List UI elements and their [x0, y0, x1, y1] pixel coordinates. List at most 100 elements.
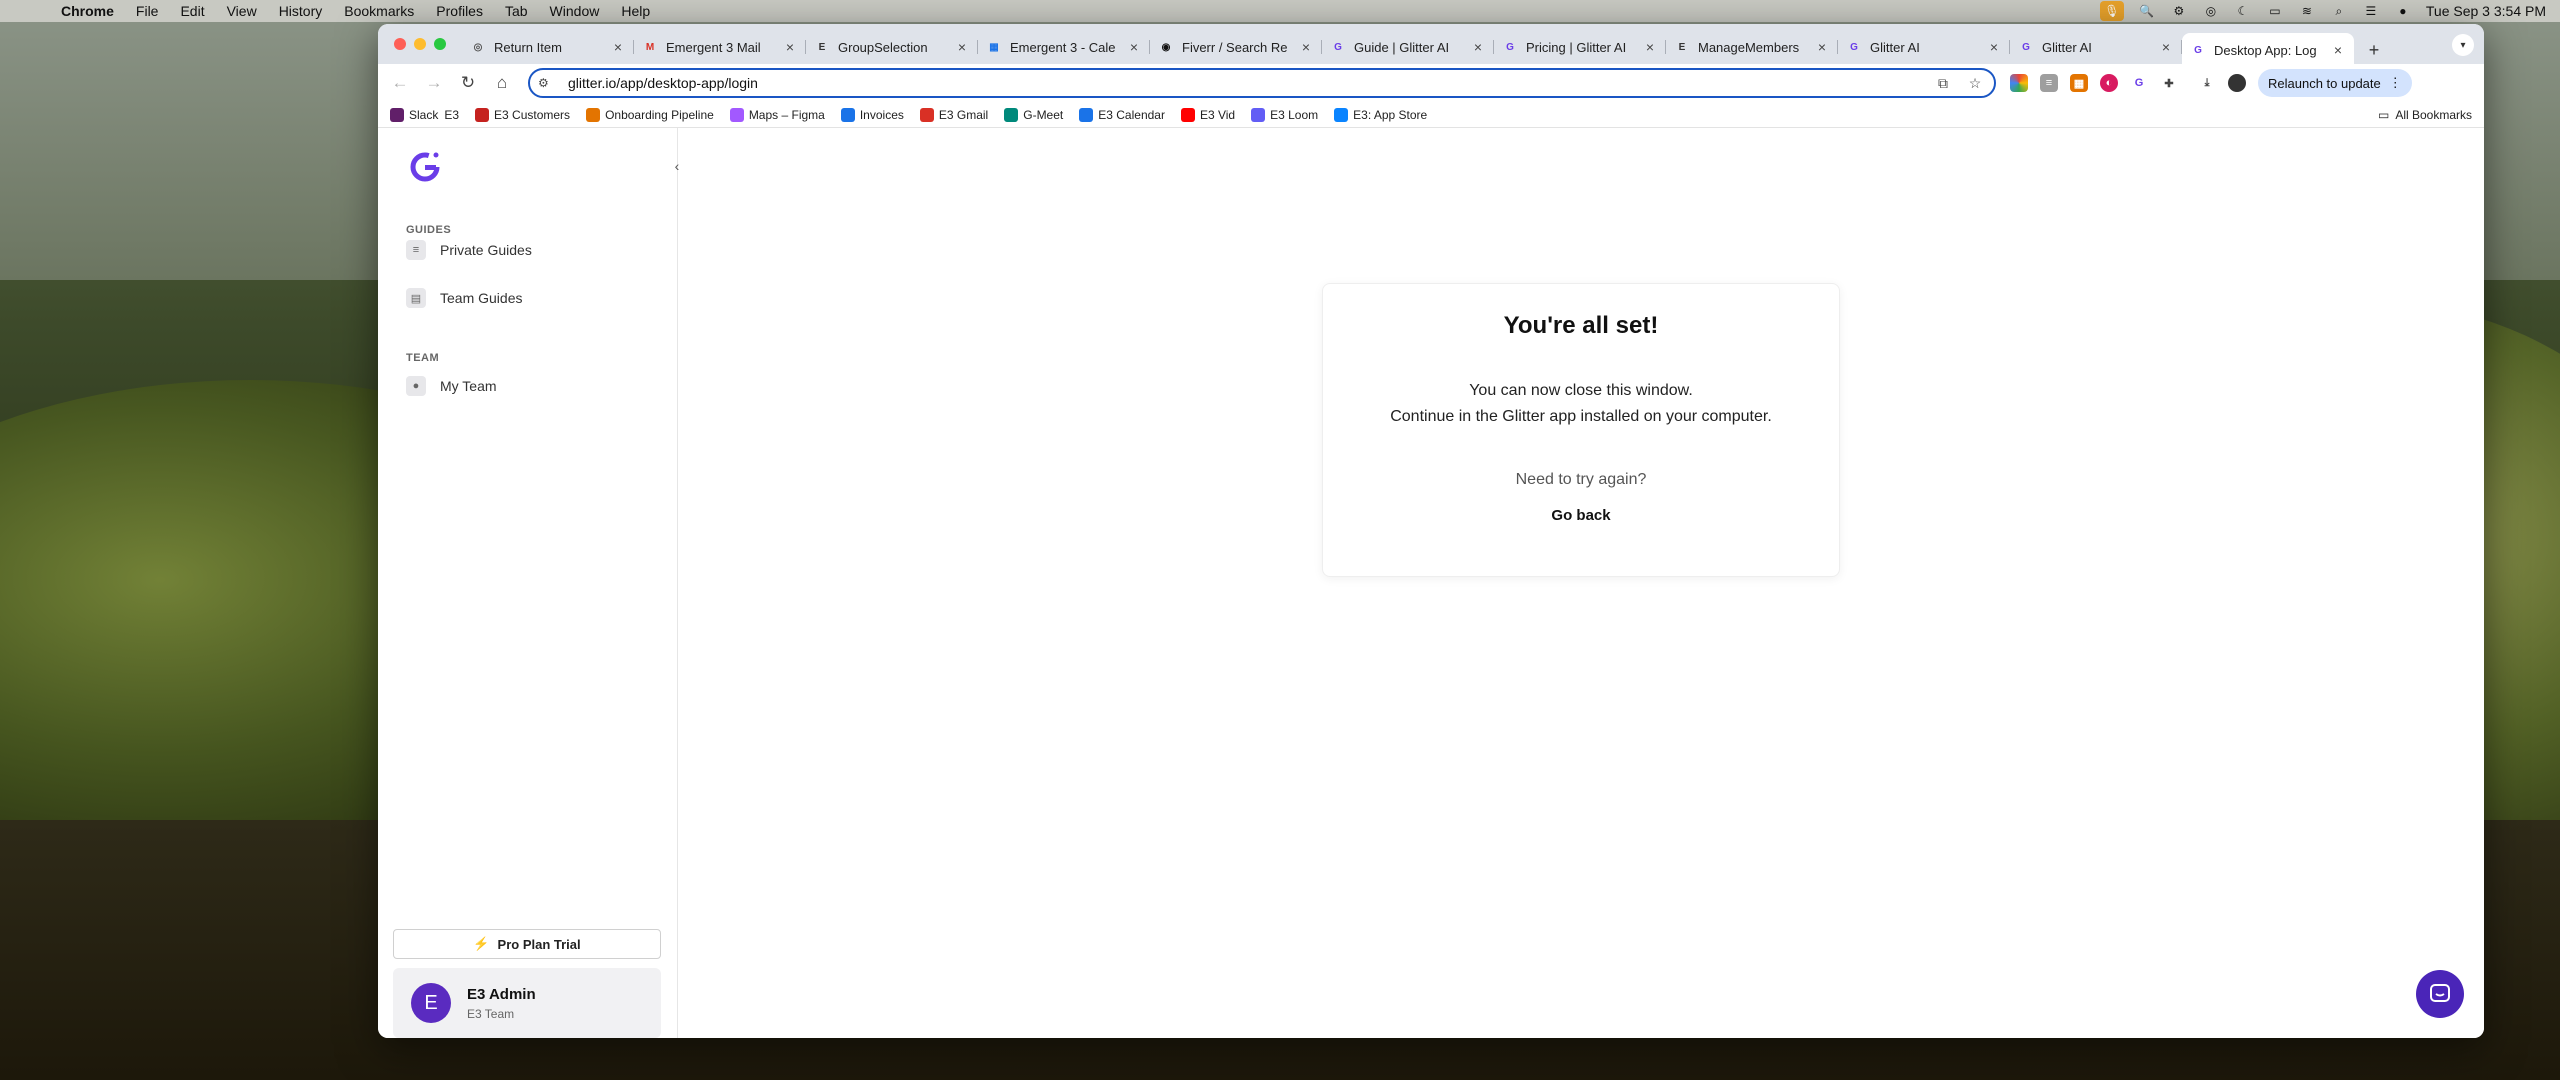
moon-icon[interactable]: ☾	[2234, 4, 2252, 18]
browser-tab[interactable]: G Guide | Glitter AI ×	[1322, 32, 1494, 62]
menu-profiles[interactable]: Profiles	[425, 3, 494, 19]
tab-title: Desktop App: Log	[2214, 42, 2317, 58]
siri-icon[interactable]: ●	[2394, 4, 2412, 18]
close-tab-icon[interactable]: ×	[782, 39, 798, 55]
spotlight-icon[interactable]: ⌕	[2330, 4, 2348, 18]
menu-chrome[interactable]: Chrome	[50, 3, 125, 19]
menu-window[interactable]: Window	[539, 3, 611, 19]
forward-button[interactable]: →	[420, 69, 448, 97]
menu-bookmarks[interactable]: Bookmarks	[333, 3, 425, 19]
pro-plan-label: Pro Plan Trial	[497, 936, 581, 952]
sidebar-item-my-team[interactable]: ● My Team	[406, 376, 497, 396]
url-text[interactable]: glitter.io/app/desktop-app/login	[568, 75, 1922, 91]
bookmark-label: E3: App Store	[1353, 107, 1428, 122]
browser-tab[interactable]: ◉ Fiverr / Search Re ×	[1150, 32, 1322, 62]
wifi-icon[interactable]: ≋	[2298, 4, 2316, 18]
download-icon[interactable]: ⤓	[2198, 74, 2216, 92]
profile-avatar[interactable]	[2228, 74, 2246, 92]
menubar-clock[interactable]: Tue Sep 3 3:54 PM	[2426, 3, 2546, 19]
bookmark-item[interactable]: E3 Vid	[1180, 107, 1235, 122]
install-app-icon[interactable]: ⧉	[1932, 75, 1954, 92]
menu-view[interactable]: View	[216, 3, 268, 19]
bookmark-item[interactable]: G-Meet	[1004, 107, 1063, 122]
browser-tab[interactable]: M Emergent 3 Mail ×	[634, 32, 806, 62]
browser-tab[interactable]: G Glitter AI ×	[2010, 32, 2182, 62]
menu-history[interactable]: History	[268, 3, 334, 19]
browser-tab[interactable]: ◎ Return Item ×	[462, 32, 634, 62]
site-info-icon[interactable]: ⚙	[538, 76, 556, 90]
glitter-extension-icon[interactable]: G	[2130, 74, 2148, 92]
orange-extension-icon[interactable]: ▦	[2070, 74, 2088, 92]
close-window-button[interactable]	[394, 38, 406, 50]
new-tab-button[interactable]: +	[2360, 36, 2388, 64]
bookmark-item[interactable]: E3 Gmail	[919, 107, 989, 122]
bookmark-item[interactable]: E3 Calendar	[1079, 107, 1165, 122]
menu-tab[interactable]: Tab	[494, 3, 539, 19]
menu-file[interactable]: File	[125, 3, 170, 19]
bookmark-item[interactable]: E3 Loom	[1251, 107, 1318, 122]
bookmark-favicon-icon	[390, 107, 404, 122]
search-tool-icon[interactable]: 🔍	[2138, 4, 2156, 18]
all-bookmarks-button[interactable]: ▭ All Bookmarks	[2378, 108, 2472, 122]
browser-tab[interactable]: E GroupSelection ×	[806, 32, 978, 62]
bookmark-item[interactable]: Slack E3	[390, 107, 459, 122]
back-button[interactable]: ←	[386, 69, 414, 97]
tabs-list: ◎ Return Item × M Emergent 3 Mail × E GroupSele…	[462, 30, 2354, 67]
close-tab-icon[interactable]: ×	[1814, 39, 1830, 55]
relaunch-to-update-button[interactable]: Relaunch to update ⋮	[2258, 69, 2412, 97]
browser-tab[interactable]: G Desktop App: Log ×	[2182, 33, 2354, 67]
tab-search-icon[interactable]: ▾	[2452, 34, 2474, 56]
bookmark-item[interactable]: Maps – Figma	[729, 107, 825, 122]
tab-title: Fiverr / Search Re	[1182, 39, 1288, 55]
colorful-extension-icon[interactable]	[2010, 74, 2028, 92]
bookmark-item[interactable]: E3 Customers	[475, 107, 570, 122]
extensions-area: ≡ ▦ ◐ G ✚ ⤓	[2010, 74, 2246, 92]
browser-tab[interactable]: ▦ Emergent 3 - Cale ×	[978, 32, 1150, 62]
openai-icon[interactable]: ◎	[2202, 4, 2220, 18]
close-tab-icon[interactable]: ×	[610, 39, 626, 55]
bookmark-star-icon[interactable]: ☆	[1964, 75, 1986, 92]
pro-plan-trial-button[interactable]: ⚡ Pro Plan Trial	[393, 929, 661, 959]
address-bar[interactable]: ⚙ glitter.io/app/desktop-app/login ⧉ ☆	[528, 68, 1996, 98]
microphone-icon[interactable]: 🎙	[2099, 1, 2124, 21]
sidebar-item-team-guides[interactable]: ▤ Team Guides	[406, 288, 522, 308]
documents-stack-icon: ▤	[406, 288, 426, 308]
browser-toolbar: ← → ↻ ⌂ ⚙ glitter.io/app/desktop-app/log…	[378, 64, 2484, 102]
close-tab-icon[interactable]: ×	[1986, 39, 2002, 55]
bookmark-item[interactable]: Invoices	[840, 107, 904, 122]
close-tab-icon[interactable]: ×	[1298, 39, 1314, 55]
menu-help[interactable]: Help	[610, 3, 661, 19]
control-center-icon[interactable]: ☰	[2362, 4, 2380, 18]
close-tab-icon[interactable]: ×	[1126, 39, 1142, 55]
collapse-sidebar-icon[interactable]: ‹	[668, 158, 686, 176]
home-button[interactable]: ⌂	[488, 69, 516, 97]
bookmark-item[interactable]: Onboarding Pipeline	[586, 107, 714, 122]
user-account-card[interactable]: E E3 Admin E3 Team	[393, 968, 661, 1038]
sidebar-item-private-guides[interactable]: ≡ Private Guides	[406, 240, 532, 260]
gray-extension-icon[interactable]: ≡	[2040, 74, 2058, 92]
pink-extension-icon[interactable]: ◐	[2100, 74, 2118, 92]
browser-tab[interactable]: G Glitter AI ×	[1838, 32, 2010, 62]
glitter-logo[interactable]	[408, 150, 442, 184]
reload-button[interactable]: ↻	[454, 69, 482, 97]
browser-tab[interactable]: G Pricing | Glitter AI ×	[1494, 32, 1666, 62]
glitter-icon: G	[1334, 41, 1342, 53]
close-tab-icon[interactable]: ×	[2330, 42, 2346, 58]
bookmark-item[interactable]: E3: App Store	[1334, 107, 1428, 122]
close-tab-icon[interactable]: ×	[2158, 39, 2174, 55]
chat-support-button[interactable]	[2416, 970, 2464, 1018]
minimize-window-button[interactable]	[414, 38, 426, 50]
kebab-menu-icon: ⋮	[2388, 75, 2402, 90]
fullscreen-window-button[interactable]	[434, 38, 446, 50]
browser-tab[interactable]: E ManageMembers ×	[1666, 32, 1838, 62]
bookmark-label: E3 Gmail	[938, 107, 989, 122]
gear-icon[interactable]: ⚙	[2170, 4, 2188, 18]
battery-icon[interactable]: ▭	[2266, 4, 2284, 18]
tab-title: Pricing | Glitter AI	[1526, 39, 1627, 55]
close-tab-icon[interactable]: ×	[1470, 39, 1486, 55]
go-back-link[interactable]: Go back	[1551, 507, 1610, 524]
puzzle-icon[interactable]: ✚	[2160, 74, 2178, 92]
menu-edit[interactable]: Edit	[169, 3, 215, 19]
close-tab-icon[interactable]: ×	[954, 39, 970, 55]
close-tab-icon[interactable]: ×	[1642, 39, 1658, 55]
